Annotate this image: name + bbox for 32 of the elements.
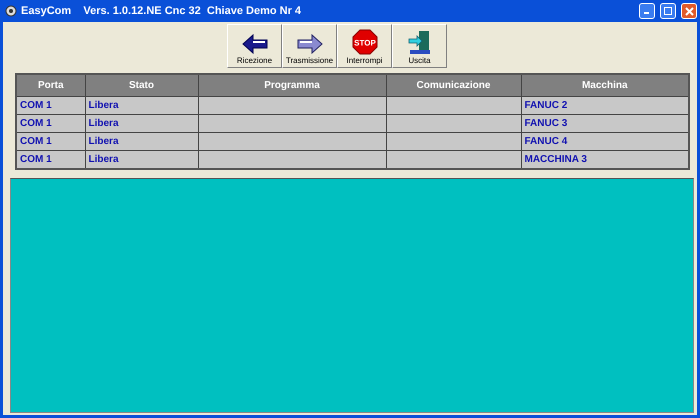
table-cell: FANUC 4 <box>521 132 689 150</box>
app-icon <box>5 5 17 17</box>
close-icon <box>684 6 694 16</box>
table-cell: FANUC 2 <box>521 96 689 114</box>
table-cell: COM 1 <box>16 96 85 114</box>
table-cell: Libera <box>85 150 198 169</box>
stop-sign-icon: STOP <box>352 29 378 55</box>
toolbar-button[interactable]: STOP Interrompi <box>337 24 392 68</box>
maximize-button[interactable] <box>660 3 676 19</box>
column-header[interactable]: Macchina <box>521 74 689 96</box>
maximize-icon <box>664 7 672 15</box>
table-cell: Libera <box>85 132 198 150</box>
column-header[interactable]: Porta <box>16 74 85 96</box>
toolbar-button[interactable]: Trasmissione <box>282 24 337 68</box>
table-cell: FANUC 3 <box>521 114 689 132</box>
table-cell: COM 1 <box>16 150 85 169</box>
table-cell: Libera <box>85 114 198 132</box>
toolbar-button[interactable]: Ricezione <box>227 24 282 68</box>
right-arrow-icon <box>296 33 324 55</box>
table-cell: COM 1 <box>16 114 85 132</box>
minimize-button[interactable] <box>639 3 655 19</box>
toolbar-button[interactable]: Uscita <box>392 24 447 68</box>
column-header[interactable]: Comunicazione <box>386 74 521 96</box>
table-cell: COM 1 <box>16 132 85 150</box>
left-arrow-icon <box>240 33 268 55</box>
column-header[interactable]: Stato <box>85 74 198 96</box>
close-button[interactable] <box>681 3 697 19</box>
exit-door-icon <box>406 29 432 55</box>
window-title: EasyCom Vers. 1.0.12.NE Cnc 32 Chiave Demo Nr 4 <box>21 5 302 17</box>
column-header[interactable]: Programma <box>198 74 386 96</box>
table-cell: Libera <box>85 96 198 114</box>
table-cell: MACCHINA 3 <box>521 150 689 169</box>
